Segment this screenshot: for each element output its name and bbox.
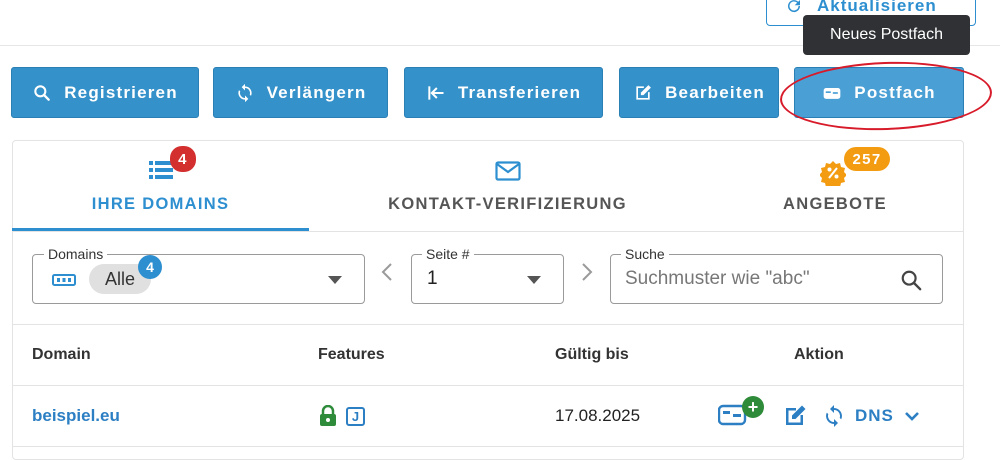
sync-icon[interactable] — [822, 403, 846, 429]
tabs-divider — [12, 231, 964, 232]
search-input[interactable] — [623, 265, 893, 293]
mail-icon — [495, 161, 521, 181]
refresh-icon — [788, 0, 801, 13]
sync-icon — [237, 83, 252, 102]
tab-domains[interactable]: 4 IHRE DOMAINS — [12, 140, 309, 230]
transfer-label: Transferieren — [457, 82, 582, 102]
transfer-button[interactable]: Transferieren — [404, 67, 603, 118]
edit-icon[interactable] — [783, 404, 807, 428]
page-label: Seite # — [422, 246, 474, 262]
search-icon — [34, 84, 51, 101]
plus-icon: + — [742, 396, 764, 418]
caret-down-icon — [328, 276, 342, 284]
add-mailbox-button[interactable]: + — [718, 396, 768, 432]
domains-count-badge: 4 — [170, 146, 196, 172]
register-button[interactable]: Registrieren — [11, 67, 199, 118]
tab-offers[interactable]: 257 ANGEBOTE — [706, 140, 964, 230]
edit-label: Bearbeiten — [665, 82, 765, 102]
offers-count-badge: 257 — [844, 147, 890, 171]
column-header-valid-until[interactable]: Gültig bis — [555, 346, 629, 364]
valid-until-value: 17.08.2025 — [555, 406, 641, 425]
renew-label: Verlängern — [266, 82, 367, 102]
domains-filter-label: Domains — [44, 246, 108, 262]
search-label: Suche — [621, 246, 669, 262]
domains-filter-badge: 4 — [138, 255, 162, 279]
lock-icon — [320, 405, 336, 426]
domain-link[interactable]: beispiel.eu — [32, 406, 120, 426]
feature-j-badge: J — [346, 407, 365, 426]
filters-divider — [12, 324, 964, 325]
row-divider — [12, 446, 964, 447]
register-label: Registrieren — [64, 82, 178, 102]
tab-contact-verification[interactable]: KONTAKT-VERIFIZIERUNG — [309, 140, 706, 230]
search-icon[interactable] — [900, 269, 922, 291]
transfer-in-icon — [428, 85, 444, 100]
tab-offers-label: ANGEBOTE — [783, 195, 887, 213]
page-value: 1 — [427, 268, 438, 289]
column-header-action: Aktion — [794, 346, 844, 363]
next-page-chevron-icon[interactable] — [581, 262, 593, 288]
discount-icon — [820, 161, 846, 186]
tab-domains-label: IHRE DOMAINS — [91, 195, 230, 213]
caret-down-icon — [527, 276, 541, 284]
renew-button[interactable]: Verlängern — [213, 67, 388, 118]
edit-icon — [636, 84, 651, 100]
refresh-label: Aktualisieren — [817, 0, 937, 15]
edit-button[interactable]: Bearbeiten — [619, 67, 779, 118]
tab-contact-label: KONTAKT-VERIFIZIERUNG — [388, 195, 627, 213]
grid-view-icon — [52, 274, 76, 286]
prev-page-chevron-icon[interactable] — [381, 262, 393, 288]
chevron-down-icon[interactable] — [904, 410, 920, 422]
mailbox-tooltip: Neues Postfach — [803, 15, 970, 55]
column-header-domain[interactable]: Domain — [32, 346, 91, 364]
column-header-features: Features — [318, 346, 385, 363]
header-row-divider — [12, 385, 964, 386]
dns-button[interactable]: DNS — [855, 406, 894, 426]
